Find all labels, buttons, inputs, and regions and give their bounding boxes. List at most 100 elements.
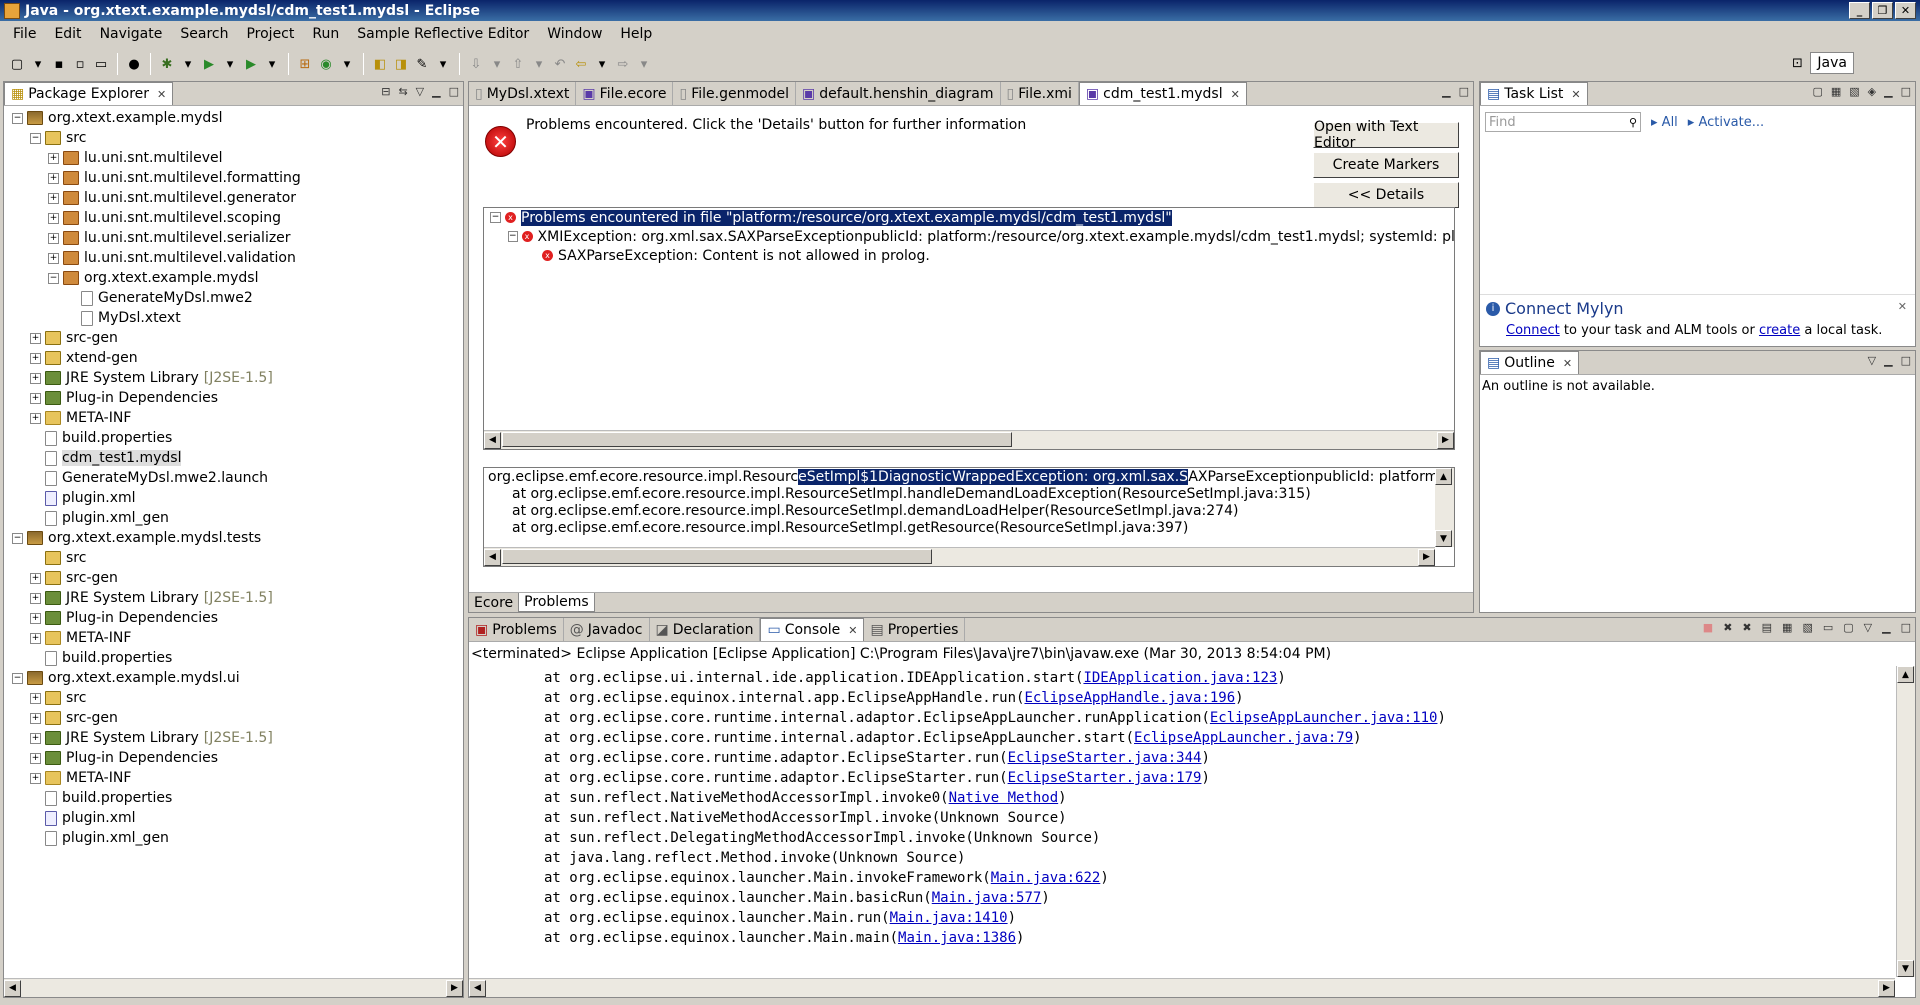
tree-item[interactable]: − org.xtext.example.mydsl: [4, 268, 463, 288]
scroll-right-icon[interactable]: ▶: [1878, 979, 1895, 997]
page-tab-problems[interactable]: Problems: [518, 593, 595, 612]
tree-item[interactable]: + lu.uni.snt.multilevel.validation: [4, 248, 463, 268]
tree-item[interactable]: build.properties: [4, 648, 463, 668]
save-icon[interactable]: ▪: [50, 55, 68, 73]
view-menu-icon[interactable]: ▽: [1864, 621, 1872, 634]
forward-icon[interactable]: ⇨: [614, 55, 632, 73]
vertical-scrollbar[interactable]: ▲ ▼: [1435, 468, 1454, 547]
activate-link[interactable]: ▸ Activate...: [1688, 115, 1764, 130]
collapse-icon[interactable]: −: [30, 132, 41, 144]
debug-icon[interactable]: ✱: [158, 55, 176, 73]
run-dropdown-icon[interactable]: ▾: [221, 55, 239, 73]
next-annotation-icon[interactable]: ⇩: [467, 55, 485, 73]
dropdown-icon[interactable]: ▾: [29, 55, 47, 73]
scroll-left-icon[interactable]: ◀: [4, 979, 21, 997]
tree-item[interactable]: − org.xtext.example.mydsl: [4, 108, 463, 128]
connect-link[interactable]: Connect: [1506, 323, 1560, 338]
editor-tab-mydsl-xtext[interactable]: ▯ MyDsl.xtext: [469, 82, 577, 105]
tree-item[interactable]: GenerateMyDsl.mwe2: [4, 288, 463, 308]
new-package-icon[interactable]: ⊞: [296, 55, 314, 73]
tab-task-list[interactable]: ▤ Task List ✕: [1480, 82, 1588, 105]
tree-item[interactable]: + lu.uni.snt.multilevel.generator: [4, 188, 463, 208]
expand-icon[interactable]: +: [48, 192, 59, 204]
source-link[interactable]: EclipseAppLauncher.java:110: [1210, 710, 1438, 726]
expand-icon[interactable]: +: [30, 712, 41, 724]
tab-console[interactable]: ▭ Console ✕: [760, 618, 865, 641]
close-icon[interactable]: ✕: [1898, 300, 1907, 313]
open-type-icon[interactable]: ◧: [371, 55, 389, 73]
last-edit-icon[interactable]: ↶: [551, 55, 569, 73]
forward-dropdown-icon[interactable]: ▾: [635, 55, 653, 73]
expand-icon[interactable]: +: [48, 232, 59, 244]
problem-row[interactable]: x SAXParseException: Content is not allo…: [484, 246, 1454, 265]
horizontal-scrollbar[interactable]: ◀ ▶: [484, 547, 1435, 566]
expand-icon[interactable]: +: [30, 332, 41, 344]
editor-tab-file-ecore[interactable]: ▣ File.ecore: [576, 82, 674, 105]
menu-project[interactable]: Project: [237, 26, 303, 42]
expand-icon[interactable]: +: [30, 352, 41, 364]
source-link[interactable]: Main.java:577: [932, 890, 1042, 906]
maximize-view-icon[interactable]: □: [1901, 85, 1911, 98]
source-link[interactable]: Main.java:1410: [890, 910, 1008, 926]
maximize-view-icon[interactable]: □: [1901, 354, 1911, 367]
tree-item[interactable]: plugin.xml: [4, 488, 463, 508]
scroll-lock-icon[interactable]: ▦: [1782, 621, 1792, 634]
expand-icon[interactable]: +: [30, 632, 41, 644]
tree-item[interactable]: + META-INF: [4, 768, 463, 788]
scheduled-icon[interactable]: ▧: [1849, 85, 1859, 98]
java-perspective-button[interactable]: Java: [1810, 52, 1854, 74]
focus-icon[interactable]: ◈: [1868, 85, 1876, 98]
server-icon[interactable]: ●: [125, 55, 143, 73]
minimize-view-icon[interactable]: ▁: [1442, 85, 1450, 98]
editor-tab-henshin-diagram[interactable]: ▣ default.henshin_diagram: [796, 82, 1001, 105]
scroll-right-icon[interactable]: ▶: [446, 979, 463, 997]
tree-item[interactable]: + JRE System Library [J2SE-1.5]: [4, 588, 463, 608]
close-icon[interactable]: ✕: [1231, 88, 1240, 101]
menu-search[interactable]: Search: [171, 26, 237, 42]
expand-icon[interactable]: +: [48, 212, 59, 224]
scroll-up-icon[interactable]: ▲: [1897, 666, 1914, 683]
expand-icon[interactable]: +: [30, 392, 41, 404]
collapse-icon[interactable]: −: [48, 272, 59, 284]
horizontal-scrollbar[interactable]: ◀ ▶: [469, 978, 1895, 997]
source-link[interactable]: Main.java:622: [991, 870, 1101, 886]
link-editor-icon[interactable]: ⇆: [398, 85, 407, 98]
close-window-button[interactable]: ✕: [1895, 2, 1916, 19]
categorized-icon[interactable]: ▦: [1831, 85, 1841, 98]
horizontal-scrollbar[interactable]: ◀ ▶: [4, 978, 463, 997]
scroll-thumb[interactable]: [502, 432, 1012, 447]
console-output[interactable]: at org.eclipse.ui.internal.ide.applicati…: [469, 666, 1895, 977]
horizontal-scrollbar[interactable]: ◀ ▶: [484, 430, 1454, 449]
expand-icon[interactable]: +: [30, 572, 41, 584]
create-link[interactable]: create: [1759, 323, 1800, 338]
tab-properties[interactable]: ▤ Properties: [864, 618, 966, 641]
tree-item[interactable]: MyDsl.xtext: [4, 308, 463, 328]
scroll-thumb[interactable]: [502, 549, 932, 564]
close-icon[interactable]: ✕: [1563, 357, 1572, 370]
collapse-icon[interactable]: −: [12, 672, 23, 684]
tree-item[interactable]: − org.xtext.example.mydsl.ui: [4, 668, 463, 688]
problem-row[interactable]: − x Problems encountered in file "platfor…: [484, 208, 1454, 227]
close-icon[interactable]: ✕: [157, 88, 166, 101]
debug-dropdown-icon[interactable]: ▾: [179, 55, 197, 73]
tab-package-explorer[interactable]: ▦ Package Explorer ✕: [4, 82, 174, 105]
save-all-icon[interactable]: ▫: [71, 55, 89, 73]
menu-help[interactable]: Help: [611, 26, 661, 42]
tab-outline[interactable]: ▤ Outline ✕: [1480, 351, 1580, 374]
tree-item[interactable]: + src-gen: [4, 328, 463, 348]
maximize-view-icon[interactable]: □: [449, 85, 459, 98]
back-icon[interactable]: ⇦: [572, 55, 590, 73]
search-icon[interactable]: ✎: [413, 55, 431, 73]
tab-declaration[interactable]: ◪ Declaration: [650, 618, 761, 641]
problem-row[interactable]: − x XMIException: org.xml.sax.SAXParseExc…: [484, 227, 1454, 246]
tree-item[interactable]: + lu.uni.snt.multilevel.scoping: [4, 208, 463, 228]
source-link[interactable]: EclipseAppHandle.java:196: [1024, 690, 1235, 706]
open-folder-icon[interactable]: ◨: [392, 55, 410, 73]
tree-item[interactable]: + META-INF: [4, 408, 463, 428]
menu-window[interactable]: Window: [538, 26, 611, 42]
scroll-up-icon[interactable]: ▲: [1435, 468, 1452, 485]
maximize-view-icon[interactable]: □: [1901, 621, 1911, 634]
tree-item[interactable]: + lu.uni.snt.multilevel: [4, 148, 463, 168]
display-console-icon[interactable]: ▭: [1823, 621, 1833, 634]
tree-item[interactable]: build.properties: [4, 428, 463, 448]
